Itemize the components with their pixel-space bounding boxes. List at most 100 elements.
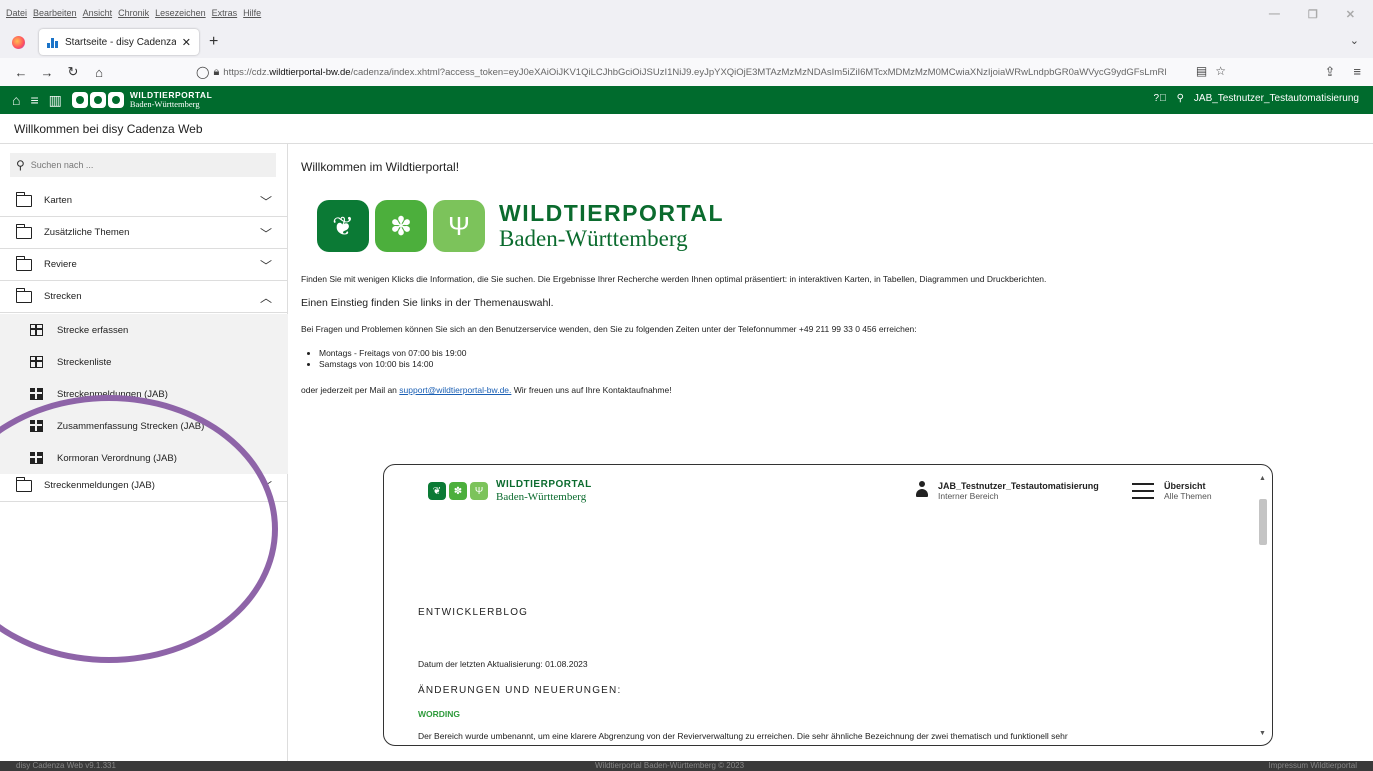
close-tab-icon[interactable]: ✕	[182, 36, 191, 49]
main-content: Willkommen im Wildtierportal! ❦ ✽ Ψ WILD…	[289, 144, 1373, 761]
tab-title: Startseite - disy Cadenza Web	[65, 36, 176, 48]
subitem-label: Zusammenfassung Strecken (JAB)	[57, 420, 205, 432]
menu-icon[interactable]: ≡	[30, 92, 38, 108]
url-bar[interactable]: ◯ 🔒︎ https://cdz.wildtierportal-bw.de/ca…	[196, 61, 1226, 83]
close-window-icon[interactable]: ✕	[1346, 8, 1355, 21]
frame-logo[interactable]: ❦ ✽ Ψ WILDTIERPORTAL Baden-Württemberg	[428, 479, 592, 503]
entry-hint: Einen Einstieg finden Sie links in der T…	[301, 297, 554, 309]
sidebar-item-reviere[interactable]: Reviere ﹀	[0, 249, 288, 281]
folder-icon	[15, 223, 32, 239]
support-text: Bei Fragen und Problemen können Sie sich…	[301, 324, 917, 334]
blog-title: ENTWICKLERBLOG	[418, 607, 529, 618]
support-mail-link[interactable]: support@wildtierportal-bw.de.	[399, 385, 511, 395]
help-icon[interactable]: ?⃝	[1154, 93, 1167, 104]
minimize-icon[interactable]: —	[1269, 8, 1280, 21]
hamburger-menu-icon[interactable]: ≡	[1353, 64, 1361, 80]
home-icon[interactable]: ⌂	[12, 92, 20, 108]
frame-menu[interactable]: Übersicht Alle Themen	[1132, 481, 1212, 501]
url-text: https://cdz.wildtierportal-bw.de/cadenza…	[223, 66, 1167, 78]
home-icon[interactable]: ⌂	[88, 65, 110, 80]
chevron-up-icon[interactable]: ︿	[260, 289, 272, 306]
subitem-zusammenfassung-strecken[interactable]: Zusammenfassung Strecken (JAB)	[0, 410, 288, 442]
search-input[interactable]: ⚲ Suchen nach ...	[10, 153, 276, 177]
chevron-down-icon[interactable]: ﹀	[260, 478, 272, 495]
hours-list: Montags - Freitags von 07:00 bis 19:00 S…	[319, 348, 466, 370]
subitem-label: Strecke erfassen	[57, 324, 129, 336]
menu-hilfe[interactable]: Hilfe	[243, 8, 261, 18]
bookmark-star-icon[interactable]: ☆	[1215, 64, 1226, 78]
chevron-down-icon[interactable]: ﹀	[260, 193, 272, 210]
cadenza-favicon-icon	[47, 36, 59, 48]
shield-icon[interactable]: ◯	[196, 65, 209, 79]
logo-box-icon	[89, 92, 106, 108]
back-icon[interactable]: ←	[10, 65, 32, 80]
list-item: Samstags von 10:00 bis 14:00	[319, 359, 466, 370]
sidebar-item-label: Reviere	[44, 259, 77, 270]
forward-icon[interactable]: →	[36, 65, 58, 80]
subitem-label: Streckenliste	[57, 356, 112, 368]
wording-heading: WORDING	[418, 709, 461, 719]
sidebar-item-label: Strecken	[44, 291, 82, 302]
paw-icon: ✽	[449, 482, 467, 500]
logo-subtitle: Baden-Württemberg	[499, 226, 688, 251]
blog-text: Der Bereich wurde umbenannt, um eine kla…	[418, 731, 1068, 741]
user-name[interactable]: JAB_Testnutzer_Testautomatisierung	[1194, 93, 1359, 104]
update-date: Datum der letzten Aktualisierung: 01.08.…	[418, 659, 588, 669]
menu-datei[interactable]: Datei	[6, 8, 27, 18]
bird-track-icon: Ψ	[470, 482, 488, 500]
embedded-blog-frame[interactable]: ❦ ✽ Ψ WILDTIERPORTAL Baden-Württemberg J…	[383, 464, 1273, 746]
menu-ansicht[interactable]: Ansicht	[83, 8, 113, 18]
sidebar-item-label: Zusätzliche Themen	[44, 227, 130, 238]
window-controls: — ❐ ✕	[1269, 8, 1355, 21]
hamburger-icon	[1132, 483, 1154, 499]
scroll-thumb[interactable]	[1259, 499, 1267, 545]
reload-icon[interactable]: ↻	[62, 64, 84, 80]
paw-icon: ✽	[375, 200, 427, 252]
restore-icon[interactable]: ❐	[1308, 8, 1318, 21]
subitem-strecke-erfassen[interactable]: Strecke erfassen	[0, 314, 288, 346]
sidebar-item-zusaetzliche-themen[interactable]: Zusätzliche Themen ﹀	[0, 217, 288, 249]
impressum-link[interactable]: Impressum Wildtierportal	[1269, 761, 1357, 770]
intro-text: Finden Sie mit wenigen Klicks die Inform…	[301, 274, 1047, 284]
list-tabs-icon[interactable]: ⌄	[1350, 34, 1359, 47]
scroll-up-icon[interactable]: ▲	[1259, 475, 1266, 482]
folder-open-icon	[15, 287, 32, 303]
folder-icon	[15, 255, 32, 271]
firefox-icon[interactable]	[12, 35, 25, 49]
share-icon[interactable]: ⇪	[1325, 64, 1336, 80]
lock-icon[interactable]: 🔒︎	[213, 66, 219, 79]
version-text: disy Cadenza Web v9.1.331	[16, 761, 116, 770]
sidebar-item-strecken[interactable]: Strecken ︿	[0, 281, 288, 313]
new-tab-icon[interactable]: +	[209, 33, 218, 51]
search-icon: ⚲	[16, 158, 25, 172]
chevron-down-icon[interactable]: ﹀	[260, 225, 272, 242]
menu-lesezeichen[interactable]: Lesezeichen	[155, 8, 206, 18]
logo-box-icon	[71, 92, 88, 108]
sidebar-item-label: Streckenmeldungen (JAB)	[44, 480, 155, 491]
sidebar: ⚲ Suchen nach ... Karten ﹀ Zusätzliche T…	[0, 144, 288, 761]
scroll-down-icon[interactable]: ▼	[1259, 730, 1266, 737]
sidebar-item-streckenmeldungen[interactable]: Streckenmeldungen (JAB) ﹀	[0, 470, 288, 502]
list-item: Montags - Freitags von 07:00 bis 19:00	[319, 348, 466, 359]
subitem-streckenliste[interactable]: Streckenliste	[0, 346, 288, 378]
browser-menubar: Datei Bearbeiten Ansicht Chronik Lesezei…	[0, 0, 1373, 26]
browser-tab[interactable]: Startseite - disy Cadenza Web ✕	[39, 29, 199, 55]
subitem-streckenmeldungen[interactable]: Streckenmeldungen (JAB)	[0, 378, 288, 410]
copyright-text: Wildtierportal Baden-Württemberg © 2023	[595, 761, 745, 770]
header-logo[interactable]: WILDTIERPORTAL Baden-Württemberg	[130, 91, 212, 109]
search-placeholder: Suchen nach ...	[30, 160, 94, 170]
menu-chronik[interactable]: Chronik	[118, 8, 149, 18]
sidebar-item-karten[interactable]: Karten ﹀	[0, 185, 288, 217]
frame-scrollbar[interactable]: ▲ ▼	[1258, 475, 1268, 737]
menu-bearbeiten[interactable]: Bearbeiten	[33, 8, 77, 18]
frame-user[interactable]: JAB_Testnutzer_Testautomatisierung Inter…	[916, 481, 1099, 501]
track-footprint-icon: ❦	[428, 482, 446, 500]
reader-view-icon[interactable]: ▤	[1196, 64, 1207, 78]
menu-extras[interactable]: Extras	[212, 8, 238, 18]
app-header: ⌂ ≡ ▥ WILDTIERPORTAL Baden-Württemberg ?…	[0, 86, 1373, 114]
chevron-down-icon[interactable]: ﹀	[260, 257, 272, 274]
map-icon[interactable]: ▥	[49, 92, 62, 109]
footer: disy Cadenza Web v9.1.331 Wildtierportal…	[0, 761, 1373, 771]
user-icon: ⚲	[1176, 93, 1184, 104]
table-icon	[30, 452, 43, 464]
